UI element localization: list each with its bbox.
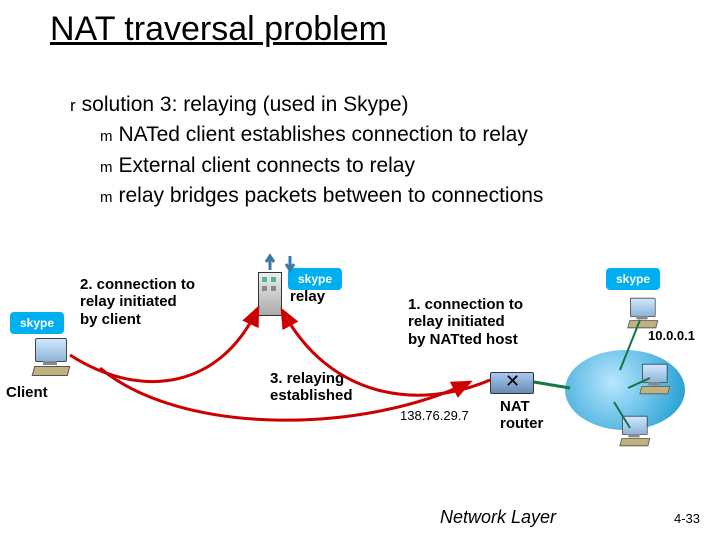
bullet-main: rsolution 3: relaying (used in Skype) xyxy=(70,90,543,120)
diagram-area: skype Client 2. connection to relay init… xyxy=(0,260,720,500)
bullet-sub-1: mNATed client establishes connection to … xyxy=(70,120,543,150)
slide-title: NAT traversal problem xyxy=(50,10,387,49)
bullet-sub-1-text: NATed client establishes connection to r… xyxy=(119,123,528,146)
bullet-sub-3-text: relay bridges packets between to connect… xyxy=(119,184,544,207)
bullet-list: rsolution 3: relaying (used in Skype) mN… xyxy=(70,90,543,212)
connection-arrows-icon xyxy=(0,260,720,480)
footer-section: Network Layer xyxy=(440,507,556,528)
bullet-sub-3: mrelay bridges packets between to connec… xyxy=(70,181,543,211)
bullet-sub-2-text: External client connects to relay xyxy=(119,154,415,177)
bullet-main-text: solution 3: relaying (used in Skype) xyxy=(82,93,409,116)
footer-page-number: 4-33 xyxy=(674,511,700,526)
bullet-sub-2: mExternal client connects to relay xyxy=(70,151,543,181)
